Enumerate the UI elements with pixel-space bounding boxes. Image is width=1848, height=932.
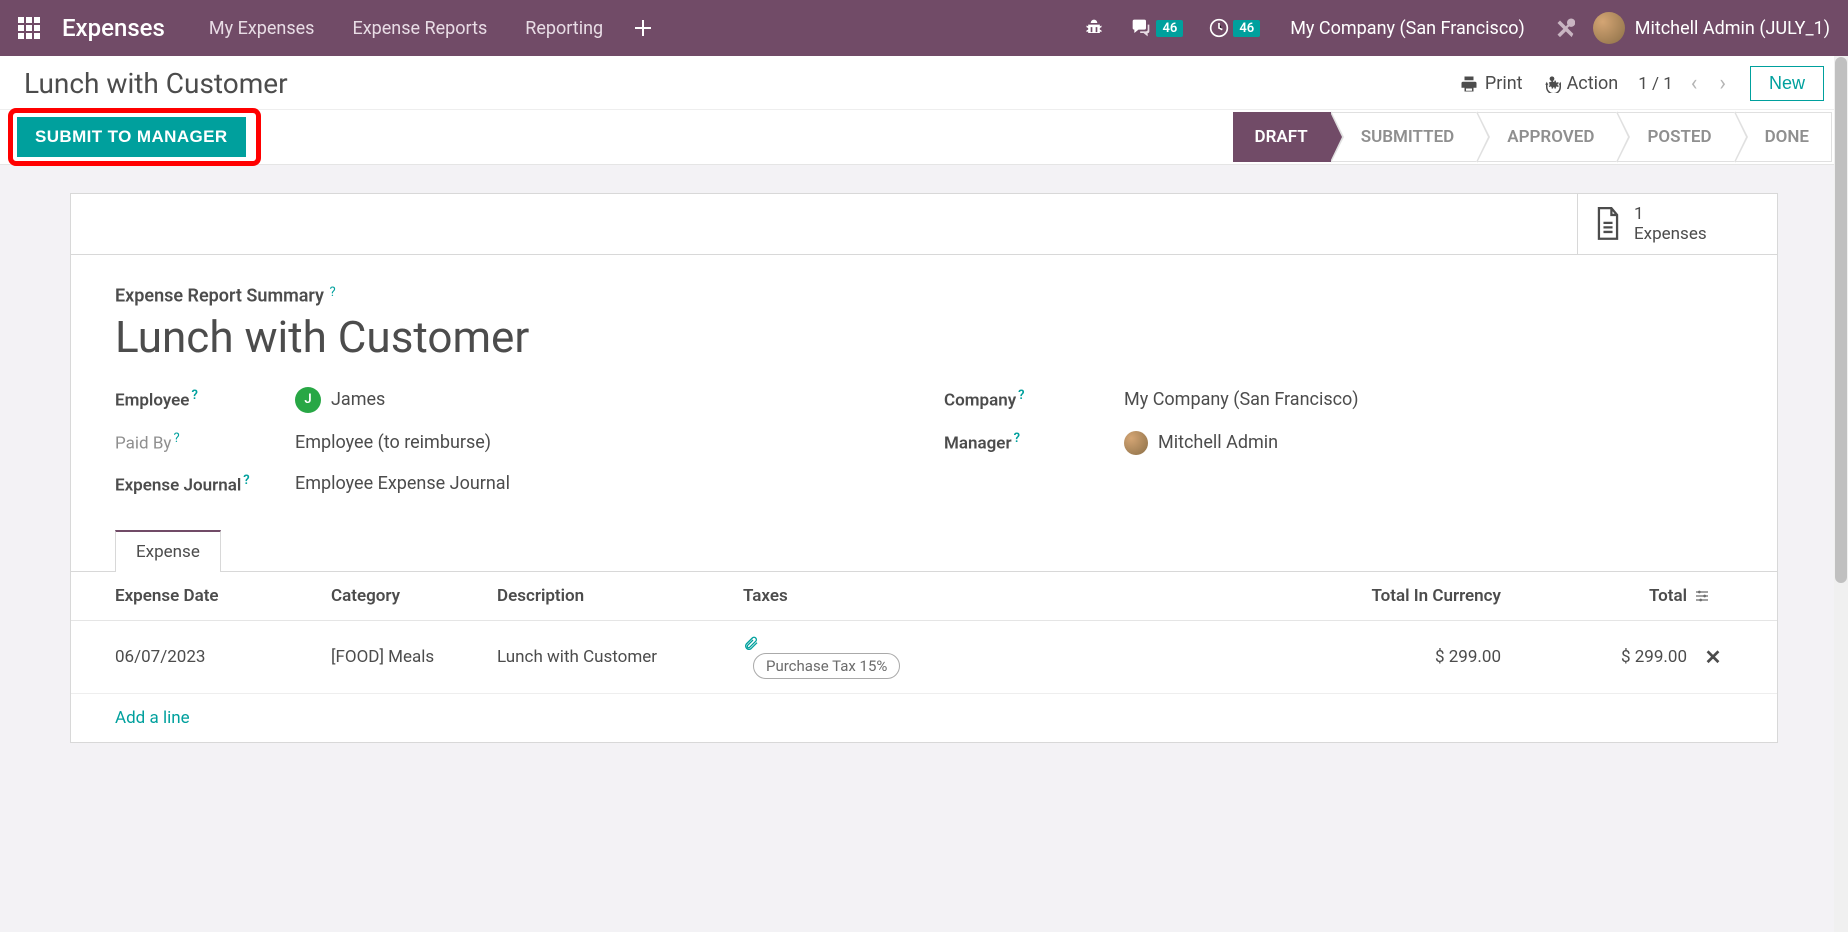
value-employee[interactable]: J James	[295, 387, 385, 413]
delete-row-icon[interactable]: ✕	[1693, 645, 1733, 669]
new-button[interactable]: New	[1750, 66, 1824, 101]
user-menu[interactable]: Mitchell Admin (JULY_1)	[1593, 12, 1830, 44]
tab-expense[interactable]: Expense	[115, 530, 221, 572]
employee-avatar: J	[295, 387, 321, 413]
tools-icon[interactable]	[1547, 12, 1583, 44]
nav-reporting[interactable]: Reporting	[511, 10, 617, 47]
cell-taxes: Purchase Tax 15%	[743, 635, 1295, 679]
nav-expense-reports[interactable]: Expense Reports	[338, 10, 501, 47]
label-employee: Employee?	[115, 388, 295, 411]
stat-expenses-button[interactable]: 1 Expenses	[1577, 194, 1777, 254]
status-step-done[interactable]: DONE	[1735, 112, 1832, 162]
col-category[interactable]: Category	[331, 586, 491, 606]
scrollbar[interactable]	[1834, 56, 1848, 932]
status-step-draft[interactable]: DRAFT	[1233, 112, 1331, 162]
stat-count: 1	[1634, 204, 1707, 224]
print-label: Print	[1485, 73, 1523, 94]
top-nav: Expenses My Expenses Expense Reports Rep…	[0, 0, 1848, 56]
pager-prev-icon[interactable]: ‹	[1687, 71, 1702, 96]
status-step-submitted[interactable]: SUBMITTED	[1331, 112, 1478, 162]
label-paid-by: Paid By?	[115, 431, 295, 454]
breadcrumb-title: Lunch with Customer	[24, 67, 288, 100]
help-icon[interactable]: ?	[191, 388, 197, 403]
status-steps: DRAFT SUBMITTED APPROVED POSTED DONE	[1233, 112, 1833, 162]
status-step-posted[interactable]: POSTED	[1617, 112, 1734, 162]
pager-value[interactable]: 1 / 1	[1638, 74, 1673, 94]
avatar	[1593, 12, 1625, 44]
summary-label: Expense Report Summary	[115, 286, 324, 307]
cell-category: [FOOD] Meals	[331, 647, 491, 667]
value-company[interactable]: My Company (San Francisco)	[1124, 389, 1359, 410]
tax-tag[interactable]: Purchase Tax 15%	[753, 653, 900, 679]
cell-total: $ 299.00	[1507, 647, 1687, 667]
debug-icon[interactable]	[1076, 12, 1112, 44]
col-description[interactable]: Description	[497, 586, 737, 606]
table-header: Expense Date Category Description Taxes …	[71, 572, 1777, 621]
cell-description: Lunch with Customer	[497, 647, 737, 667]
help-icon[interactable]: ?	[1014, 431, 1020, 446]
stat-buttons-row: 1 Expenses	[71, 194, 1777, 255]
form-sheet: 1 Expenses Expense Report Summary ? Lunc…	[70, 193, 1778, 743]
col-taxes[interactable]: Taxes	[743, 586, 1295, 606]
help-icon[interactable]: ?	[243, 473, 249, 488]
nav-new-icon[interactable]	[627, 14, 659, 42]
value-manager[interactable]: Mitchell Admin	[1124, 431, 1278, 455]
pager: 1 / 1 ‹ ›	[1638, 71, 1730, 96]
nav-my-expenses[interactable]: My Expenses	[195, 10, 329, 47]
print-action[interactable]: Print	[1459, 73, 1523, 94]
control-panel: Lunch with Customer Print Action 1 / 1 ‹…	[0, 56, 1848, 110]
col-date[interactable]: Expense Date	[115, 586, 325, 606]
value-paid-by[interactable]: Employee (to reimburse)	[295, 432, 491, 453]
expense-table: Expense Date Category Description Taxes …	[71, 571, 1777, 742]
manager-avatar	[1124, 431, 1148, 455]
table-row[interactable]: 06/07/2023 [FOOD] Meals Lunch with Custo…	[71, 621, 1777, 694]
submit-to-manager-button[interactable]: SUBMIT TO MANAGER	[17, 117, 246, 157]
activity-badge: 46	[1233, 20, 1260, 37]
col-total[interactable]: Total	[1507, 586, 1687, 606]
discuss-icon[interactable]: 46	[1122, 12, 1191, 44]
add-line-link[interactable]: Add a line	[71, 694, 1777, 742]
discuss-badge: 46	[1156, 20, 1183, 37]
cell-total-currency: $ 299.00	[1301, 647, 1501, 667]
value-journal[interactable]: Employee Expense Journal	[295, 473, 510, 494]
status-bar: SUBMIT TO MANAGER DRAFT SUBMITTED APPROV…	[0, 110, 1848, 165]
highlight-box: SUBMIT TO MANAGER	[8, 108, 261, 166]
module-brand[interactable]: Expenses	[62, 14, 165, 42]
label-company: Company?	[944, 388, 1124, 411]
status-step-approved[interactable]: APPROVED	[1477, 112, 1617, 162]
cell-date: 06/07/2023	[115, 647, 325, 667]
scrollbar-thumb[interactable]	[1835, 57, 1847, 583]
record-title[interactable]: Lunch with Customer	[115, 311, 1733, 363]
help-icon[interactable]: ?	[173, 431, 179, 446]
help-icon[interactable]: ?	[329, 285, 335, 300]
user-name: Mitchell Admin (JULY_1)	[1635, 18, 1830, 39]
label-manager: Manager?	[944, 431, 1124, 454]
file-icon	[1594, 207, 1622, 241]
activity-icon[interactable]: 46	[1201, 12, 1268, 44]
help-icon[interactable]: ?	[1018, 388, 1024, 403]
company-selector[interactable]: My Company (San Francisco)	[1278, 18, 1537, 39]
columns-options-icon[interactable]	[1693, 588, 1733, 604]
attachment-icon[interactable]	[743, 635, 1295, 653]
stat-label: Expenses	[1634, 224, 1707, 244]
pager-next-icon[interactable]: ›	[1715, 71, 1730, 96]
action-menu[interactable]: Action	[1543, 73, 1619, 94]
label-journal: Expense Journal?	[115, 473, 295, 496]
apps-icon[interactable]	[18, 17, 40, 39]
col-total-currency[interactable]: Total In Currency	[1301, 586, 1501, 606]
action-label: Action	[1567, 73, 1619, 94]
